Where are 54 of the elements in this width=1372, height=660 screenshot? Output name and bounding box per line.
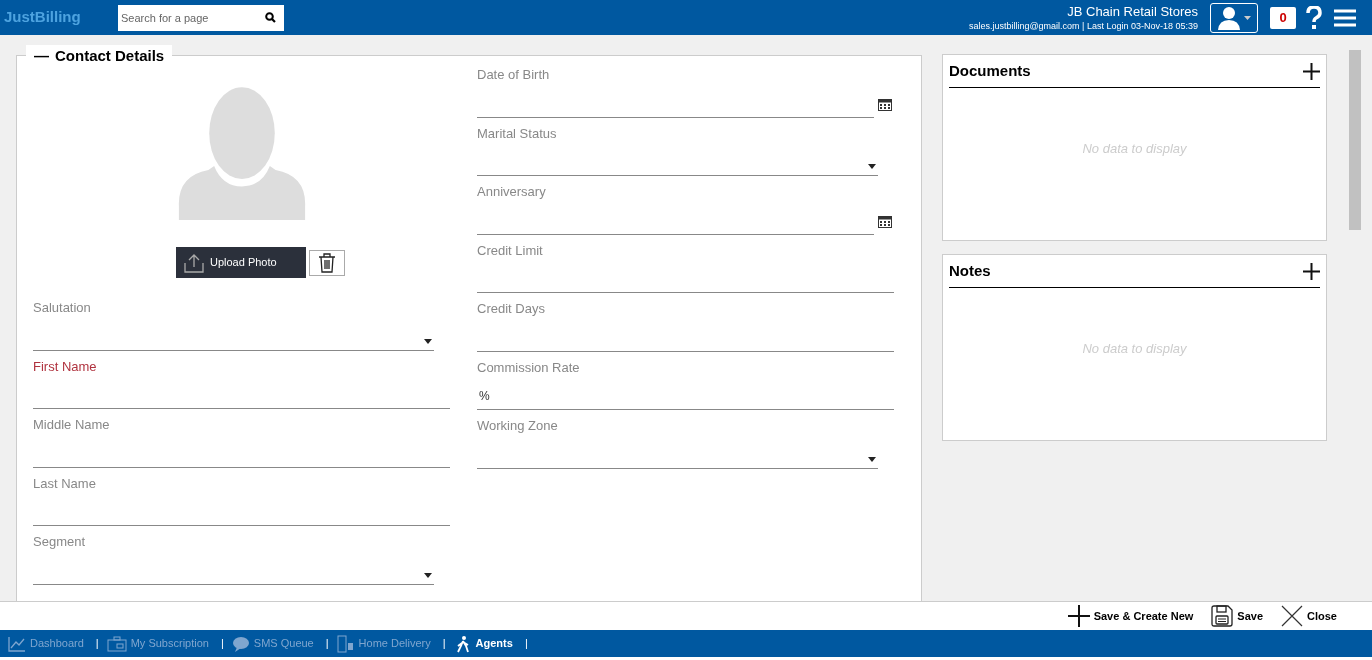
panel-title: Documents (949, 60, 1031, 81)
notification-badge[interactable]: 0 (1270, 6, 1296, 29)
field-label: Last Name (33, 474, 96, 493)
dropdown-arrow-icon[interactable] (868, 164, 876, 169)
caret-icon (1243, 15, 1251, 20)
footer-nav-link[interactable]: Agents (453, 634, 513, 653)
dropdown-arrow-icon[interactable] (868, 456, 876, 462)
user-menu-button[interactable] (1210, 2, 1258, 33)
separator: | (95, 636, 99, 652)
help-icon[interactable] (1306, 5, 1322, 30)
trash-icon (318, 252, 336, 273)
field-label: Credit Limit (477, 241, 543, 260)
field-label: Anniversary (477, 183, 546, 201)
collapse-toggle[interactable]: — (34, 45, 49, 68)
field-label: Segment (33, 533, 86, 551)
calendar-icon[interactable] (878, 214, 892, 228)
add-icon[interactable] (1303, 62, 1320, 80)
field-label: Marital Status (477, 124, 557, 143)
panel-title: Notes (949, 260, 991, 281)
search-icon[interactable] (265, 11, 276, 23)
separator: | (442, 636, 446, 652)
upload-icon (184, 252, 204, 273)
user-icon (1217, 5, 1240, 30)
calendar-icon[interactable] (878, 97, 892, 111)
field-label: Commission Rate (477, 358, 580, 377)
field-label: First Name (33, 357, 97, 376)
input-field[interactable]: % (477, 380, 894, 410)
action-button[interactable]: Save (1211, 605, 1264, 627)
section-title: Contact Details (55, 46, 165, 66)
close-icon (1281, 605, 1304, 627)
separator: | (325, 636, 329, 652)
separator: | (524, 636, 528, 652)
id-card-icon (106, 635, 127, 652)
field-label: Middle Name (33, 416, 110, 434)
search-field[interactable]: Search for a page (118, 4, 284, 31)
chart-icon (8, 635, 26, 652)
chat-bubble-icon (231, 635, 250, 652)
field-label: Date of Birth (477, 66, 550, 84)
plus-icon (1067, 605, 1090, 627)
action-button[interactable]: Save & Create New (1067, 605, 1194, 627)
company-name: JB Chain Retail Stores (1067, 3, 1198, 20)
dropdown-arrow-icon[interactable] (424, 572, 432, 578)
field-label: Credit Days (477, 300, 545, 318)
add-icon[interactable] (1303, 262, 1320, 280)
field-label: Working Zone (477, 417, 558, 435)
field-label: Salutation (33, 299, 91, 317)
login-info: sales.justbilling@gmail.com | Last Login 03-Nov-18 05:39 (968, 19, 1198, 32)
dropdown-arrow-icon[interactable] (424, 338, 432, 344)
menu-icon[interactable] (1334, 8, 1356, 27)
upload-photo-button[interactable]: Upload Photo (176, 247, 306, 278)
action-button[interactable]: Close (1281, 605, 1337, 627)
separator: | (220, 636, 224, 652)
delete-photo-button[interactable] (309, 249, 345, 276)
percent-prefix: % (479, 388, 490, 405)
